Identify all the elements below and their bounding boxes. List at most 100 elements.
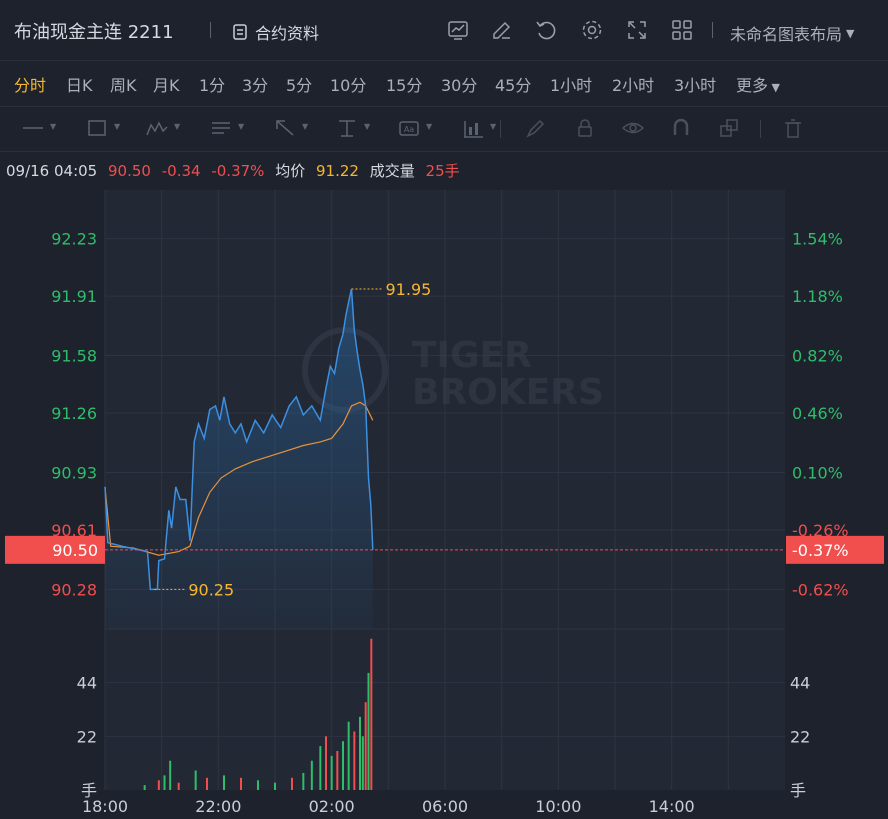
period-tab-7[interactable]: 10分 [330, 72, 366, 96]
quote-datetime: 09/16 04:05 [6, 162, 98, 180]
volume-bar [364, 702, 367, 790]
current-percent-badge-text: -0.37% [792, 541, 849, 560]
time-axis-label: 18:00 [82, 797, 128, 816]
volume-bar [143, 785, 146, 790]
chart-layout-selector[interactable]: 未命名图表布局 ▼ [730, 21, 854, 45]
drawing-toolbar: ▼ ▼ ▼ ▼ ▼ ▼ Aa ▼ ▼ [0, 106, 888, 152]
period-tab-8[interactable]: 15分 [386, 72, 422, 96]
volume-bar [163, 775, 166, 790]
time-axis-label: 10:00 [535, 797, 581, 816]
quote-change-pct: -0.37% [211, 162, 265, 180]
layout-name: 未命名图表布局 [730, 25, 843, 44]
caret-down-icon[interactable]: ▼ [174, 122, 180, 131]
instrument-title[interactable]: 布油现金主连 2211 [14, 18, 174, 44]
contract-info-button[interactable]: 合约资料 [231, 20, 319, 44]
volume-value: 25手 [425, 162, 460, 180]
svg-text:Aa: Aa [404, 125, 414, 134]
magnet-icon[interactable] [668, 117, 694, 139]
period-tab-12[interactable]: 2小时 [612, 72, 654, 96]
period-tab-6[interactable]: 5分 [286, 72, 312, 96]
price-axis-label: 91.58 [51, 347, 97, 366]
volume-bar [370, 638, 373, 790]
volume-bar [347, 721, 350, 790]
caret-down-icon[interactable]: ▼ [114, 122, 120, 131]
volume-bar [330, 755, 333, 790]
toolbar-separator [500, 120, 501, 138]
document-icon [233, 24, 247, 40]
volume-bar [359, 716, 361, 790]
indicator-icon[interactable] [446, 18, 470, 42]
rect-tool-icon[interactable] [84, 117, 110, 139]
percent-axis-label: 0.46% [792, 404, 843, 423]
period-tab-11[interactable]: 1小时 [550, 72, 592, 96]
percent-axis-label: 0.10% [792, 463, 843, 482]
label-tool-icon[interactable]: Aa [396, 117, 422, 139]
low-price-label: 90.25 [188, 580, 234, 599]
period-tab-3[interactable]: 月K [153, 72, 180, 96]
volume-axis-label: 22 [77, 727, 97, 746]
period-tab-13[interactable]: 3小时 [674, 72, 716, 96]
volume-unit-label: 手 [790, 781, 806, 800]
volume-bar [361, 736, 364, 790]
toolbar-separator [210, 22, 211, 38]
volume-bar [157, 780, 160, 790]
eye-icon[interactable] [620, 117, 646, 139]
period-tab-4[interactable]: 1分 [199, 72, 225, 96]
gear-icon[interactable] [580, 18, 604, 42]
volume-bar [325, 736, 327, 790]
caret-down-icon[interactable]: ▼ [364, 122, 370, 131]
high-price-label: 91.95 [386, 280, 432, 299]
period-tab-9[interactable]: 30分 [441, 72, 477, 96]
quote-line: 09/16 04:05 90.50 -0.34 -0.37% 均价 91.22 … [6, 160, 466, 181]
text-list-icon[interactable] [208, 117, 234, 139]
contract-info-label: 合约资料 [255, 24, 320, 43]
volume-label: 成交量 [369, 162, 415, 180]
trash-icon[interactable] [780, 117, 806, 139]
quote-price: 90.50 [108, 162, 151, 180]
volume-bar [223, 775, 225, 790]
volume-bar [169, 760, 172, 790]
edit-icon[interactable] [490, 18, 514, 42]
caret-down-icon[interactable]: ▼ [490, 122, 496, 131]
volume-bar [342, 741, 344, 790]
period-tab-0[interactable]: 分时 [14, 72, 46, 96]
period-tab-1[interactable]: 日K [66, 72, 93, 96]
volume-axis-label: 44 [790, 674, 810, 693]
time-axis-label: 22:00 [195, 797, 241, 816]
indicator-tool-icon[interactable] [460, 117, 486, 139]
time-axis-label: 14:00 [649, 797, 695, 816]
grid-icon[interactable] [670, 18, 694, 42]
avg-price-label: 均价 [275, 162, 306, 180]
volume-bar [310, 760, 313, 790]
quote-change: -0.34 [161, 162, 201, 180]
volume-bar [367, 672, 370, 790]
caret-down-icon[interactable]: ▼ [302, 122, 308, 131]
fullscreen-icon[interactable] [625, 18, 649, 42]
copy-icon[interactable] [716, 117, 742, 139]
toolbar-separator [712, 22, 713, 38]
caret-down-icon: ▼ [846, 26, 855, 40]
caret-down-icon[interactable]: ▼ [50, 122, 56, 131]
volume-bar [257, 780, 259, 790]
volume-bar [291, 777, 293, 790]
volume-bar [336, 750, 339, 790]
period-tab-14[interactable]: 更多 ▼ [736, 72, 780, 96]
undo-icon[interactable] [534, 18, 558, 42]
line-tool-icon[interactable] [20, 117, 46, 139]
brush-icon[interactable] [522, 117, 548, 139]
wave-tool-icon[interactable] [144, 117, 170, 139]
intraday-chart[interactable]: TIGERBROKERS 91.95 90.25 92.23 91.91 91.58 91.… [0, 190, 888, 819]
period-tab-5[interactable]: 3分 [242, 72, 268, 96]
period-tab-2[interactable]: 周K [110, 72, 137, 96]
lock-icon[interactable] [572, 117, 598, 139]
caret-down-icon[interactable]: ▼ [426, 122, 432, 131]
top-toolbar: 布油现金主连 2211 合约资料 未命名图表布局 ▼ [0, 0, 888, 60]
volume-bar [194, 770, 197, 790]
period-tab-10[interactable]: 45分 [495, 72, 531, 96]
arrow-tool-icon[interactable] [272, 117, 298, 139]
price-axis-label: 91.26 [51, 404, 97, 423]
caret-down-icon[interactable]: ▼ [238, 122, 244, 131]
price-axis-label: 90.28 [51, 580, 97, 599]
measure-tool-icon[interactable] [334, 117, 360, 139]
volume-bar [302, 772, 305, 790]
